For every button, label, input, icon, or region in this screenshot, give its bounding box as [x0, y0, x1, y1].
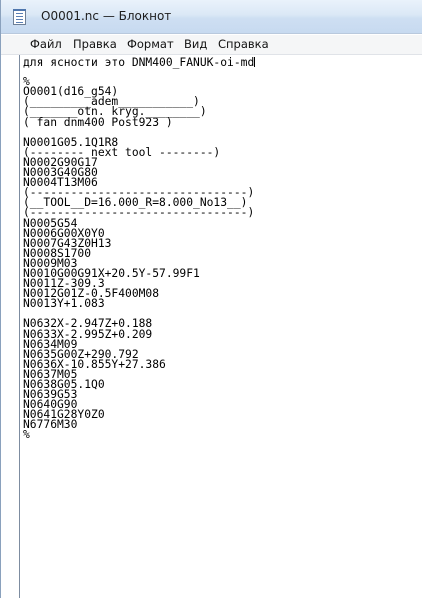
editor-line: N0641G28Y0Z0: [23, 408, 105, 422]
editor-line: N6776M30: [23, 418, 78, 432]
menu-bar: Файл Правка Формат Вид Справка: [1, 35, 422, 55]
text-cursor: [254, 57, 256, 67]
title-bar[interactable]: O0001.nc — Блокнот: [1, 0, 422, 34]
editor-line: (--------------------------------): [23, 206, 255, 220]
menu-format[interactable]: Формат: [125, 37, 176, 51]
editor-line: N0639G53: [23, 388, 78, 402]
editor-line: %: [23, 428, 30, 442]
editor-line: ( fan dnm400 Post923 ): [23, 115, 173, 129]
editor-line: N0638G05.1Q0: [23, 378, 105, 391]
editor-line: для ясности это DNM400_FANUK-oi-md: [23, 57, 256, 69]
menu-file[interactable]: Файл: [28, 37, 64, 51]
text-editor[interactable]: для ясности это DNM400_FANUK-oi-md% O0001…: [19, 55, 419, 598]
editor-line: N0008S1700: [23, 246, 92, 260]
editor-line: N0636X-10.855Y+27.386: [23, 357, 166, 371]
notepad-window: O0001.nc — Блокнот Файл Правка Формат Ви…: [0, 0, 422, 598]
editor-text-area[interactable]: для ясности это DNM400_FANUK-oi-md% O0001…: [23, 57, 418, 595]
notepad-icon: [13, 9, 26, 25]
editor-line: N0013Y+1.083: [23, 297, 105, 311]
menu-help[interactable]: Справка: [216, 37, 271, 51]
menu-view[interactable]: Вид: [182, 37, 209, 51]
editor-line: N0633X-2.995Z+0.209: [23, 327, 153, 341]
menu-edit[interactable]: Правка: [71, 37, 119, 51]
window-title: O0001.nc — Блокнот: [41, 9, 172, 23]
